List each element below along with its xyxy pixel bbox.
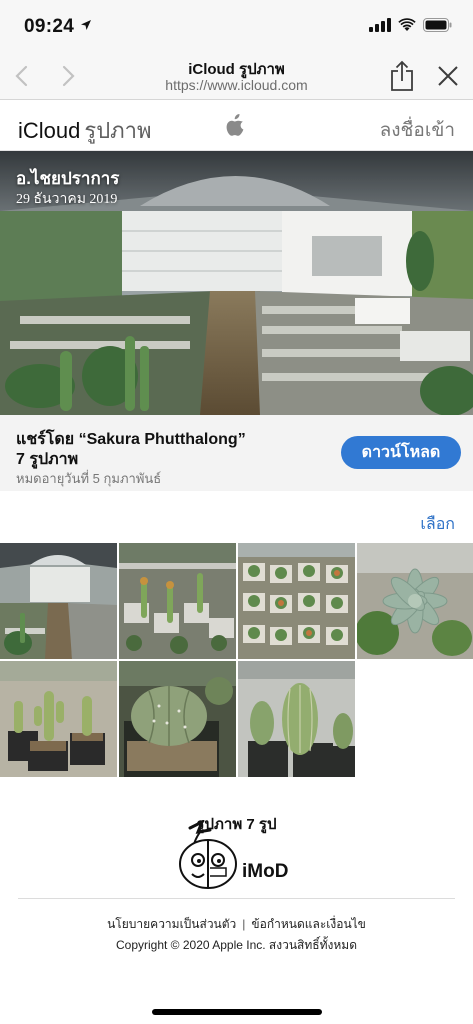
- photo-thumbnail[interactable]: [0, 543, 117, 659]
- brand: iCloud รูปภาพ: [18, 113, 152, 148]
- sign-in-link[interactable]: ลงชื่อเข้า: [380, 115, 455, 145]
- expiry-label: หมดอายุวันที่ 5 กุมภาพันธ์: [16, 471, 162, 486]
- download-button[interactable]: ดาวน์โหลด: [341, 436, 461, 469]
- brand-icloud: iCloud: [18, 118, 81, 143]
- browser-toolbar: iCloud รูปภาพ https://www.icloud.com: [0, 52, 473, 100]
- brand-photos: รูปภาพ: [84, 118, 152, 143]
- photo-thumbnail[interactable]: [357, 543, 473, 659]
- wifi-icon: [398, 18, 416, 31]
- footer-links: นโยบายความเป็นส่วนตัว | ข้อกำหนดและเงื่อนไ…: [0, 915, 473, 934]
- watermark-text: iMoD: [242, 861, 289, 882]
- photo-thumbnail[interactable]: [119, 543, 236, 659]
- thumbnail-image-columnar-cactus: [238, 661, 355, 777]
- photo-thumbnail[interactable]: [238, 661, 355, 777]
- status-time: 09:24: [24, 16, 75, 37]
- thumbnail-image-astrophytum: [119, 661, 236, 777]
- privacy-policy-link[interactable]: นโยบายความเป็นส่วนตัว: [107, 917, 236, 931]
- album-cover-photo[interactable]: อ.ไชยปราการ 29 ธันวาคม 2019: [0, 151, 473, 415]
- thumbnail-image-echeveria: [357, 543, 473, 659]
- home-indicator[interactable]: [152, 1009, 322, 1015]
- thumbnail-image-succulent-trays: [238, 543, 355, 659]
- share-icon[interactable]: [389, 60, 415, 92]
- photo-thumbnail[interactable]: [0, 661, 117, 777]
- thumbnail-image-greenhouse: [0, 543, 117, 659]
- terms-link[interactable]: ข้อกำหนดและเงื่อนไข: [251, 917, 365, 931]
- album-date: 29 ธันวาคม 2019: [16, 192, 118, 207]
- thumbnail-image-cactus-table: [119, 543, 236, 659]
- copyright-text: Copyright © 2020 Apple Inc. สงวนสิทธิ์ทั…: [115, 938, 357, 952]
- footer-divider: [18, 898, 455, 899]
- photo-thumbnail[interactable]: [119, 661, 236, 777]
- close-icon[interactable]: [437, 65, 459, 87]
- photo-thumbnail[interactable]: [238, 543, 355, 659]
- location-arrow-icon: [81, 20, 91, 30]
- icloud-header: iCloud รูปภาพ ลงชื่อเข้า: [0, 101, 473, 151]
- apple-logo-icon: [226, 114, 244, 136]
- signal-icon: [369, 18, 391, 32]
- select-button[interactable]: เลือก: [420, 512, 455, 537]
- thumbnail-image-cactus-pots: [0, 661, 117, 777]
- share-info-panel: แชร์โดย “Sakura Phutthalong” 7 รูปภาพ หม…: [0, 415, 473, 491]
- battery-icon: [423, 18, 452, 32]
- footer-separator: |: [242, 917, 246, 931]
- status-bar: 09:24: [0, 0, 473, 52]
